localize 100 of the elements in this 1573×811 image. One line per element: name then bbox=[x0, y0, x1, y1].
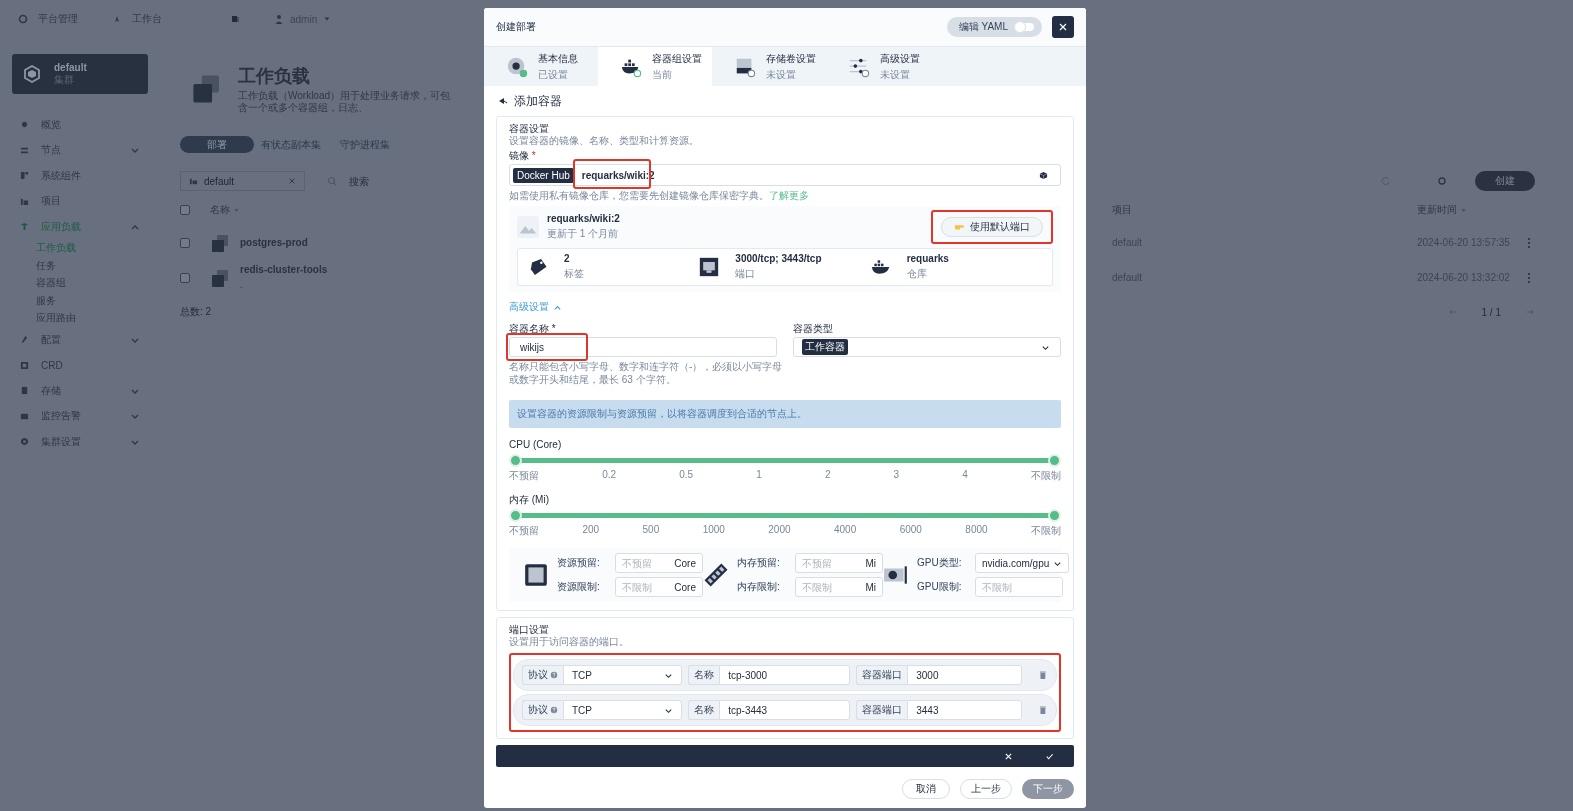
slider-tick-label: 不限制 bbox=[1031, 524, 1061, 538]
tab[interactable]: 部署 bbox=[180, 136, 254, 153]
workload-name[interactable]: redis-cluster-tools bbox=[240, 263, 328, 275]
gpu-type-select[interactable]: nvidia.com/gpu bbox=[975, 553, 1069, 573]
help-text: 如需使用私有镜像仓库，您需要先创建镜像仓库保密字典。了解更多 bbox=[509, 189, 810, 202]
toggle-switch[interactable] bbox=[1014, 23, 1034, 31]
workload-name[interactable]: postgres-prod bbox=[240, 237, 308, 248]
trash-icon[interactable] bbox=[1038, 670, 1048, 680]
slider-tick-label: 2 bbox=[824, 469, 831, 482]
slider-tick-label: 不预留 bbox=[509, 524, 539, 538]
check-icon[interactable] bbox=[1045, 751, 1054, 761]
use-default-ports-button[interactable]: 使用默认端口 bbox=[941, 217, 1043, 237]
stat-label: 仓库 bbox=[906, 267, 928, 281]
slider-tick-label: 0.2 bbox=[602, 469, 617, 482]
cluster-name: default bbox=[54, 61, 87, 73]
image-name: requarks/wiki:2 bbox=[547, 213, 620, 224]
drive-icon bbox=[20, 386, 29, 396]
more-icon[interactable] bbox=[1527, 271, 1531, 284]
step-tab[interactable]: 基本信息 已设置 bbox=[484, 47, 598, 86]
filter-field[interactable]: default bbox=[180, 171, 305, 191]
resource-field[interactable]: 不限制 Core bbox=[615, 577, 703, 597]
cancel-button[interactable]: 取消 bbox=[902, 779, 950, 799]
stat-value: requarks bbox=[906, 253, 949, 264]
field-label: 资源预留: bbox=[557, 556, 601, 570]
container-type-select[interactable]: 工作容器 bbox=[793, 337, 1061, 357]
close-button[interactable] bbox=[1052, 16, 1074, 38]
document-icon bbox=[20, 360, 29, 370]
slider-tick-label: 3 bbox=[893, 469, 900, 482]
help-text: 名称只能包含小写字母、数字和连字符（-），必须以小写字母或数字开头和结尾，最长 63 个字符。 bbox=[509, 360, 784, 386]
protocol-select[interactable]: TCP bbox=[563, 665, 683, 685]
sort-caret-icon[interactable] bbox=[233, 206, 240, 214]
protocol-select[interactable]: TCP bbox=[563, 700, 683, 720]
yaml-toggle[interactable]: 编辑 YAML bbox=[946, 17, 1042, 37]
registry-tag[interactable]: Docker Hub bbox=[513, 167, 574, 183]
search-icon bbox=[327, 176, 337, 186]
container-name-field[interactable]: wikijs bbox=[509, 337, 777, 357]
slider-tick-label: 8000 bbox=[965, 524, 988, 537]
back-arrow-icon[interactable] bbox=[498, 96, 508, 106]
container-port-label: 容器端口 bbox=[856, 665, 908, 685]
trash-icon[interactable] bbox=[1038, 705, 1048, 715]
step-tab[interactable]: 高级设置 未设置 bbox=[826, 47, 940, 86]
field-label: 容器名称 * bbox=[509, 322, 557, 335]
resource-field[interactable]: 不预留 Core bbox=[615, 553, 703, 573]
step-tab[interactable]: 存储卷设置 未设置 bbox=[712, 47, 826, 86]
container-port-field[interactable]: 3443 bbox=[907, 700, 1023, 720]
cube-icon[interactable] bbox=[1039, 170, 1048, 180]
settings-icon[interactable] bbox=[1437, 176, 1447, 186]
workload-subtitle: - bbox=[240, 280, 245, 292]
user-icon bbox=[274, 14, 284, 24]
gear-icon bbox=[18, 14, 28, 24]
container-port-field[interactable]: 3000 bbox=[907, 665, 1023, 685]
sidebar-item[interactable]: CRD bbox=[12, 352, 148, 378]
image-updated: 更新于 1 个月前 bbox=[547, 227, 620, 241]
next-button[interactable]: 下一步 bbox=[1022, 779, 1074, 799]
more-icon[interactable] bbox=[1527, 236, 1531, 249]
blocks-icon bbox=[20, 171, 29, 181]
field-label: 镜像 * bbox=[509, 149, 537, 162]
caret-icon[interactable] bbox=[323, 15, 332, 23]
port-name-field[interactable]: tcp-3443 bbox=[719, 700, 851, 720]
checkbox[interactable] bbox=[180, 237, 190, 248]
sidebar-item[interactable]: 应用负载 bbox=[12, 214, 148, 240]
field-label: GPU限制: bbox=[917, 580, 963, 594]
resource-field[interactable]: 不限制 Mi bbox=[795, 577, 883, 597]
slider-tick-label: 0.5 bbox=[679, 469, 694, 482]
previous-button[interactable]: 上一步 bbox=[960, 779, 1012, 799]
stat-label: 标签 bbox=[564, 267, 584, 281]
slider-tick-label: 200 bbox=[582, 524, 600, 537]
page-indicator: 1 / 1 bbox=[1481, 306, 1501, 318]
port-name-field[interactable]: tcp-3000 bbox=[719, 665, 851, 685]
sidebar-subitem[interactable]: 工作负载 bbox=[12, 239, 76, 257]
checkbox[interactable] bbox=[180, 205, 190, 215]
slider-tick-label: 500 bbox=[642, 524, 660, 537]
stat-value: 3000/tcp; 3443/tcp bbox=[735, 253, 822, 264]
compass-icon bbox=[112, 14, 122, 24]
range-slider[interactable] bbox=[509, 509, 1061, 522]
advanced-settings-link[interactable]: 高级设置 bbox=[509, 300, 562, 314]
learn-more-link[interactable]: 了解更多 bbox=[769, 190, 809, 201]
step-tab[interactable]: 容器组设置 当前 bbox=[598, 47, 712, 86]
stacked-squares-icon bbox=[210, 232, 230, 253]
slider-label: CPU (Core) bbox=[509, 438, 563, 451]
checkbox[interactable] bbox=[180, 272, 190, 283]
stat-value: 2 bbox=[564, 253, 571, 264]
field-label: GPU类型: bbox=[917, 556, 963, 570]
refresh-icon[interactable] bbox=[1381, 176, 1391, 186]
resource-field[interactable]: 不预留 Mi bbox=[795, 553, 883, 573]
search-field[interactable]: 搜索 bbox=[347, 174, 447, 188]
field-label: 资源限制: bbox=[557, 580, 601, 594]
slider-tick-label: 1000 bbox=[702, 524, 725, 537]
arrow-right-icon[interactable] bbox=[1525, 307, 1535, 317]
slider-tick-label: 不预留 bbox=[509, 469, 539, 483]
card-title: 容器设置 bbox=[509, 123, 550, 135]
slider-tick-label: 4 bbox=[962, 469, 968, 482]
resource-field[interactable]: 不限制 bbox=[975, 577, 1063, 597]
tree-icon bbox=[20, 222, 29, 232]
create-button[interactable]: 创建 bbox=[1475, 171, 1535, 191]
slider-label: 内存 (Mi) bbox=[509, 493, 550, 506]
book-icon[interactable] bbox=[230, 14, 240, 24]
sort-caret-icon[interactable] bbox=[1460, 206, 1467, 214]
arrow-left-icon[interactable] bbox=[1447, 307, 1458, 317]
range-slider[interactable] bbox=[509, 454, 1061, 467]
